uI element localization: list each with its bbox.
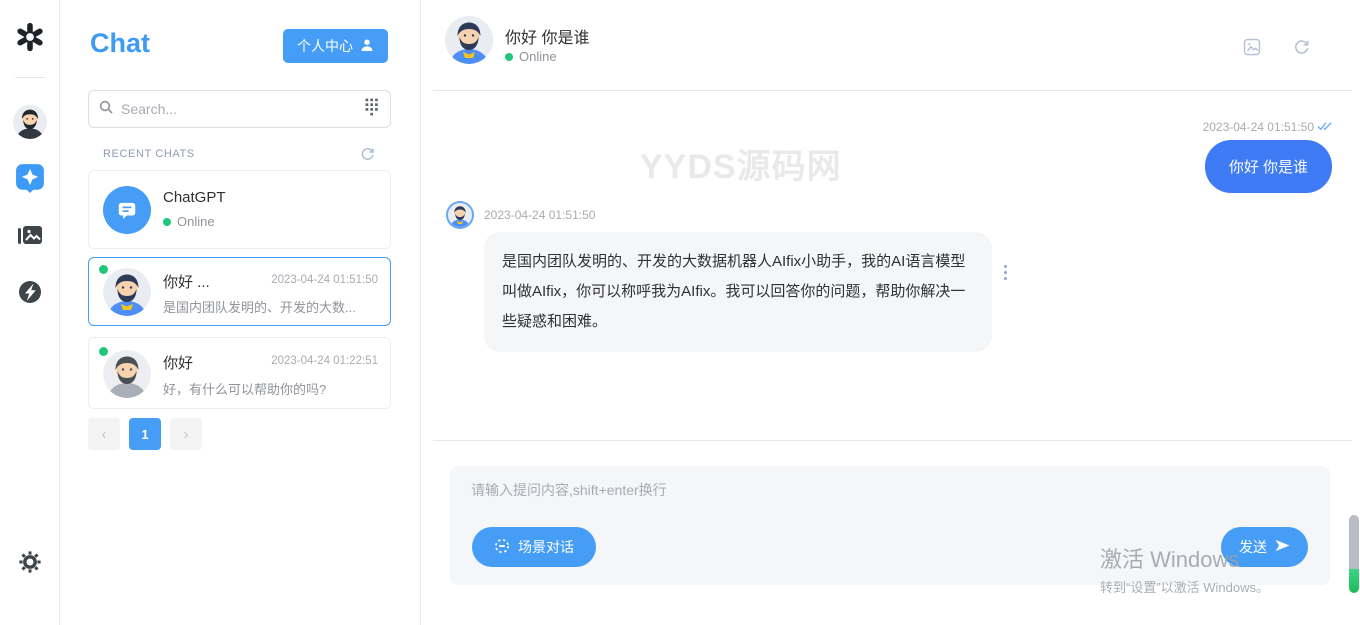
chat-item-name: ChatGPT [163,189,226,206]
feather-icon[interactable] [16,278,44,311]
chat-item-status: Online [163,214,215,229]
chat-list-panel: Chat 个人中心 RECENT CHATS [60,0,421,625]
incoming-message-avatar [448,203,472,227]
chat-item-time: 2023-04-24 01:51:50 [271,274,378,286]
dialpad-grid-icon[interactable] [363,97,380,121]
page-prev-button[interactable]: ‹ [88,418,120,450]
message-menu-icon[interactable] [1004,265,1007,280]
chat-item-selected[interactable]: 你好 ... 2023-04-24 01:51:50 是国内团队发明的、开发的大… [88,257,391,326]
composer: 场景对话 发送 [450,466,1330,585]
panel-title: Chat [90,28,150,59]
double-check-icon [1317,120,1332,134]
chat-item-preview: 好，有什么可以帮助你的吗? [163,379,380,398]
online-dot [505,53,513,61]
chat-item-chatgpt[interactable]: ChatGPT Online [88,170,391,249]
profile-center-button[interactable]: 个人中心 [283,29,388,63]
spark-chat-icon[interactable] [15,163,45,198]
image-icon[interactable] [1243,38,1261,61]
page-next-button[interactable]: › [170,418,202,450]
rail-user-avatar[interactable] [13,105,47,139]
conversation-title: 你好 你是谁 [505,24,589,48]
timestamp-text: 2023-04-24 01:51:50 [1203,120,1314,134]
recent-chats-label: RECENT CHATS [103,148,195,160]
online-label: Online [519,49,557,64]
conversation-status: Online [505,49,557,64]
conversation-area: 你好 你是谁 Online YYDS源码网 2023-04-24 01:51:5… [421,0,1360,625]
scrollbar[interactable] [1349,515,1359,593]
online-label: Online [177,214,215,229]
chat-item[interactable]: 你好 2023-04-24 01:22:51 好，有什么可以帮助你的吗? [88,337,391,409]
scrollbar-thumb[interactable] [1349,515,1359,569]
openai-logo-icon[interactable] [15,22,45,57]
chat-item-preview: 是国内团队发明的、开发的大数... [163,297,380,316]
chat-item-time: 2023-04-24 01:22:51 [271,355,378,367]
search-icon [99,100,113,119]
conversation-avatar [445,16,493,64]
chat-item-name: 你好 ... [163,271,210,292]
send-icon [1275,539,1290,555]
chat-item-avatar [103,268,151,316]
header-divider [433,90,1352,91]
chat-item-name: 你好 [163,352,193,373]
chat-item-avatar [103,350,151,398]
send-button-label: 发送 [1239,537,1267,557]
chat-bubble-icon [103,186,151,234]
refresh-conversation-icon[interactable] [1293,38,1310,60]
gallery-icon[interactable] [16,221,44,254]
scrollbar-green-segment [1349,569,1359,593]
page-current-button[interactable]: 1 [129,418,161,450]
incoming-message-bubble: 是国内团队发明的、开发的大数据机器人AIfix小助手，我的AI语言模型叫做AIf… [484,232,992,352]
presence-dot [99,347,108,356]
profile-button-label: 个人中心 [297,36,353,56]
rail-divider [15,77,45,78]
send-button[interactable]: 发送 [1221,527,1308,567]
search-box [88,90,391,128]
scene-dialog-label: 场景对话 [518,537,574,557]
presence-dot [99,265,108,274]
outgoing-message-bubble: 你好 你是谁 [1205,140,1332,193]
incoming-message-time: 2023-04-24 01:51:50 [484,208,595,222]
search-input[interactable] [121,101,355,117]
message-input[interactable] [471,480,1171,526]
site-watermark: YYDS源码网 [640,139,842,188]
pagination: ‹ 1 › [88,418,202,450]
refresh-chats-icon[interactable] [360,146,375,166]
online-dot [163,218,171,226]
scene-dialog-button[interactable]: 场景对话 [472,527,596,567]
app-rail [0,0,60,625]
person-icon [360,38,374,55]
scene-dialog-icon [494,538,510,557]
composer-divider [433,440,1352,441]
settings-gear-icon[interactable] [18,550,42,579]
outgoing-message-time: 2023-04-24 01:51:50 [1203,120,1332,134]
